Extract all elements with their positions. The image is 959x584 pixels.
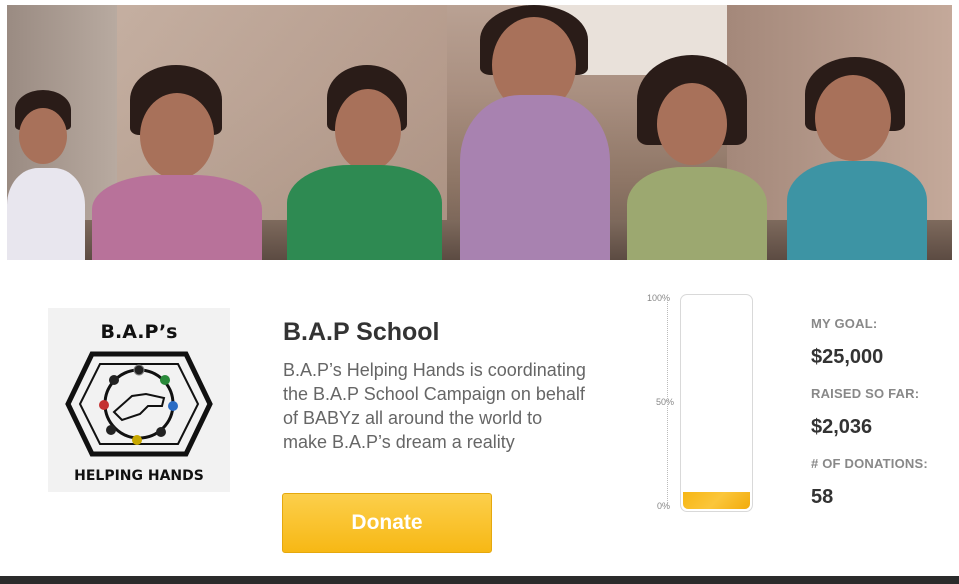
hero-child-6 bbox=[787, 57, 937, 260]
gauge-label-0: 0% bbox=[656, 501, 670, 511]
campaign-description: B.A.P’s Helping Hands is coordinating th… bbox=[283, 360, 586, 452]
logo-top-text: B.A.P’s bbox=[101, 321, 178, 343]
bap-helping-hands-logo: B.A.P’s HELPING HANDS bbox=[48, 308, 230, 492]
hero-child-5 bbox=[617, 55, 777, 260]
gauge-label-100: 100% bbox=[646, 293, 670, 303]
raised-label: RAISED SO FAR: bbox=[811, 386, 920, 401]
goal-label: MY GOAL: bbox=[811, 316, 878, 331]
progress-gauge bbox=[680, 294, 753, 512]
hero-child-2 bbox=[82, 65, 272, 260]
goal-value: $25,000 bbox=[811, 346, 884, 368]
donate-button[interactable]: Donate bbox=[282, 493, 492, 553]
hero-child-3 bbox=[277, 65, 452, 260]
hero-image bbox=[7, 5, 952, 260]
campaign-title: B.A.P School bbox=[283, 318, 440, 346]
gauge-scale bbox=[667, 299, 668, 507]
logo-bottom-text: HELPING HANDS bbox=[74, 468, 204, 484]
hero-child-1 bbox=[7, 90, 87, 260]
progress-gauge-fill bbox=[683, 492, 750, 509]
donations-label: # OF DONATIONS: bbox=[811, 456, 928, 471]
hero-child-4 bbox=[452, 5, 627, 260]
raised-value: $2,036 bbox=[811, 416, 873, 438]
donations-value: 58 bbox=[811, 486, 834, 508]
logo-graphic: B.A.P’s HELPING HANDS bbox=[65, 321, 213, 484]
gauge-label-50: 50% bbox=[655, 397, 674, 407]
footer-bar bbox=[0, 576, 959, 584]
